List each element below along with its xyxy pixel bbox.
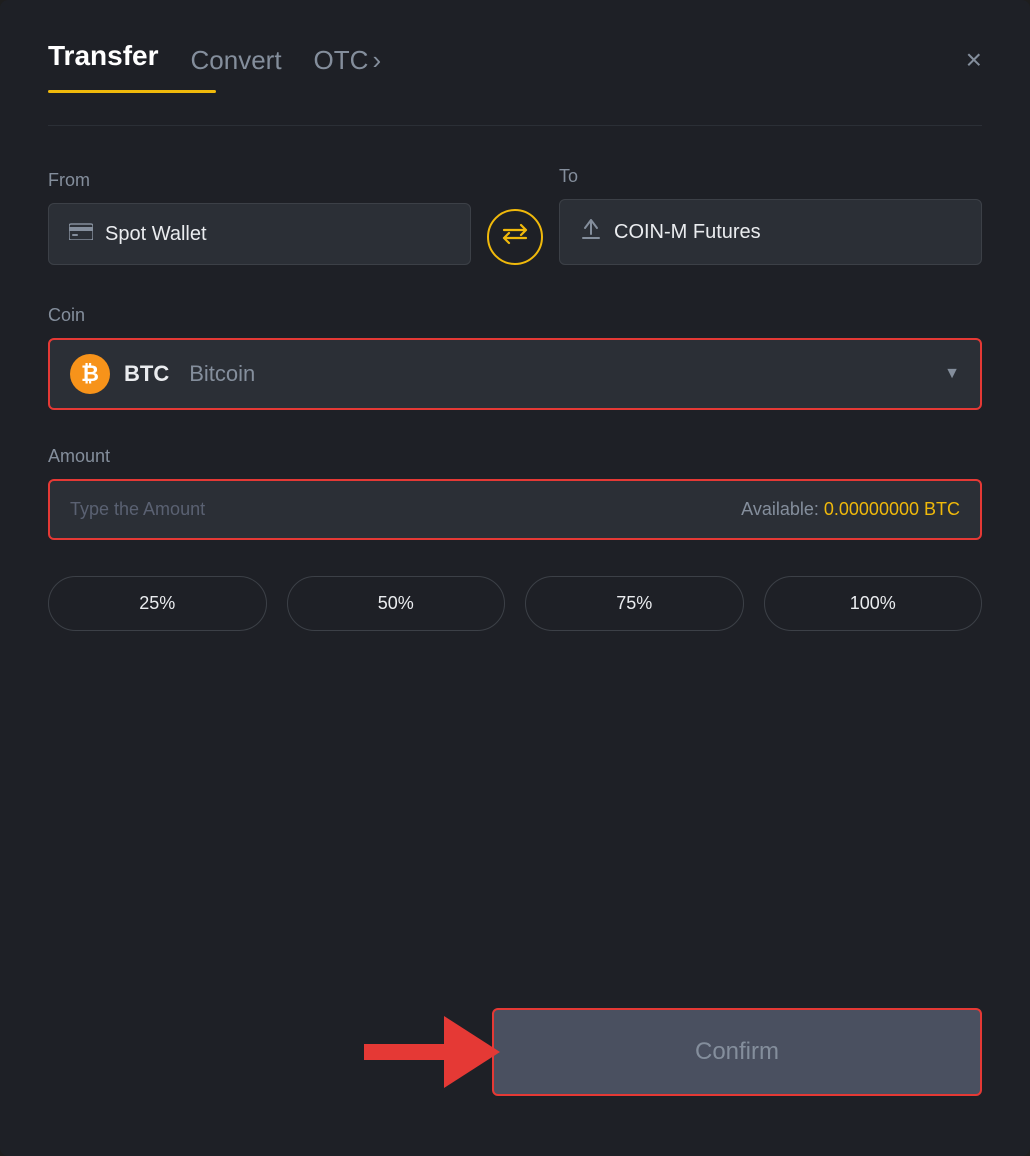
tab-otc[interactable]: OTC › (314, 45, 382, 76)
arrow-icon (444, 1016, 500, 1088)
to-wallet-icon (580, 218, 602, 246)
from-wallet-label: Spot Wallet (105, 223, 207, 246)
tab-convert[interactable]: Convert (191, 45, 282, 76)
confirm-button[interactable]: Confirm (492, 1008, 982, 1096)
percent-buttons: 25% 50% 75% 100% (48, 576, 982, 631)
to-wallet-label: COIN-M Futures (614, 221, 761, 244)
coin-label: Coin (48, 305, 85, 325)
arrow-container (272, 1016, 492, 1088)
coin-fullname: Bitcoin (189, 361, 255, 387)
to-label: To (559, 166, 982, 187)
tab-underline (48, 90, 216, 93)
from-group: From Spot Wallet (48, 170, 471, 265)
available-text: Available: 0.00000000 BTC (741, 499, 960, 520)
swap-icon (502, 223, 528, 251)
btc-icon: ₿ (70, 354, 110, 394)
percent-50-button[interactable]: 50% (287, 576, 506, 631)
header-divider (48, 125, 982, 126)
coin-section: Coin ₿ BTC Bitcoin ▼ (48, 305, 982, 410)
available-amount: 0.00000000 BTC (824, 499, 960, 519)
to-wallet-box[interactable]: COIN-M Futures (559, 199, 982, 265)
amount-placeholder[interactable]: Type the Amount (70, 499, 205, 520)
bottom-area: Confirm (48, 988, 982, 1096)
tab-transfer[interactable]: Transfer (48, 40, 159, 80)
amount-box: Type the Amount Available: 0.00000000 BT… (48, 479, 982, 540)
from-wallet-icon (69, 222, 93, 246)
arrow-shaft (364, 1044, 444, 1060)
percent-100-button[interactable]: 100% (764, 576, 983, 631)
amount-section: Amount Type the Amount Available: 0.0000… (48, 446, 982, 540)
available-label: Available: (741, 499, 819, 519)
close-button[interactable]: × (966, 46, 982, 74)
coin-selector[interactable]: ₿ BTC Bitcoin ▼ (48, 338, 982, 410)
to-group: To COIN-M Futures (559, 166, 982, 265)
modal-container: Transfer Convert OTC › × From (0, 0, 1030, 1156)
swap-button[interactable] (487, 209, 543, 265)
from-wallet-box[interactable]: Spot Wallet (48, 203, 471, 265)
percent-25-button[interactable]: 25% (48, 576, 267, 631)
header: Transfer Convert OTC › × (48, 40, 982, 80)
from-label: From (48, 170, 471, 191)
tab-underline-container (48, 90, 982, 93)
from-to-section: From Spot Wallet (48, 166, 982, 265)
amount-label: Amount (48, 446, 110, 466)
header-tabs: Transfer Convert OTC › (48, 40, 934, 80)
chevron-down-icon: ▼ (944, 365, 960, 383)
percent-75-button[interactable]: 75% (525, 576, 744, 631)
coin-symbol: BTC (124, 361, 169, 387)
